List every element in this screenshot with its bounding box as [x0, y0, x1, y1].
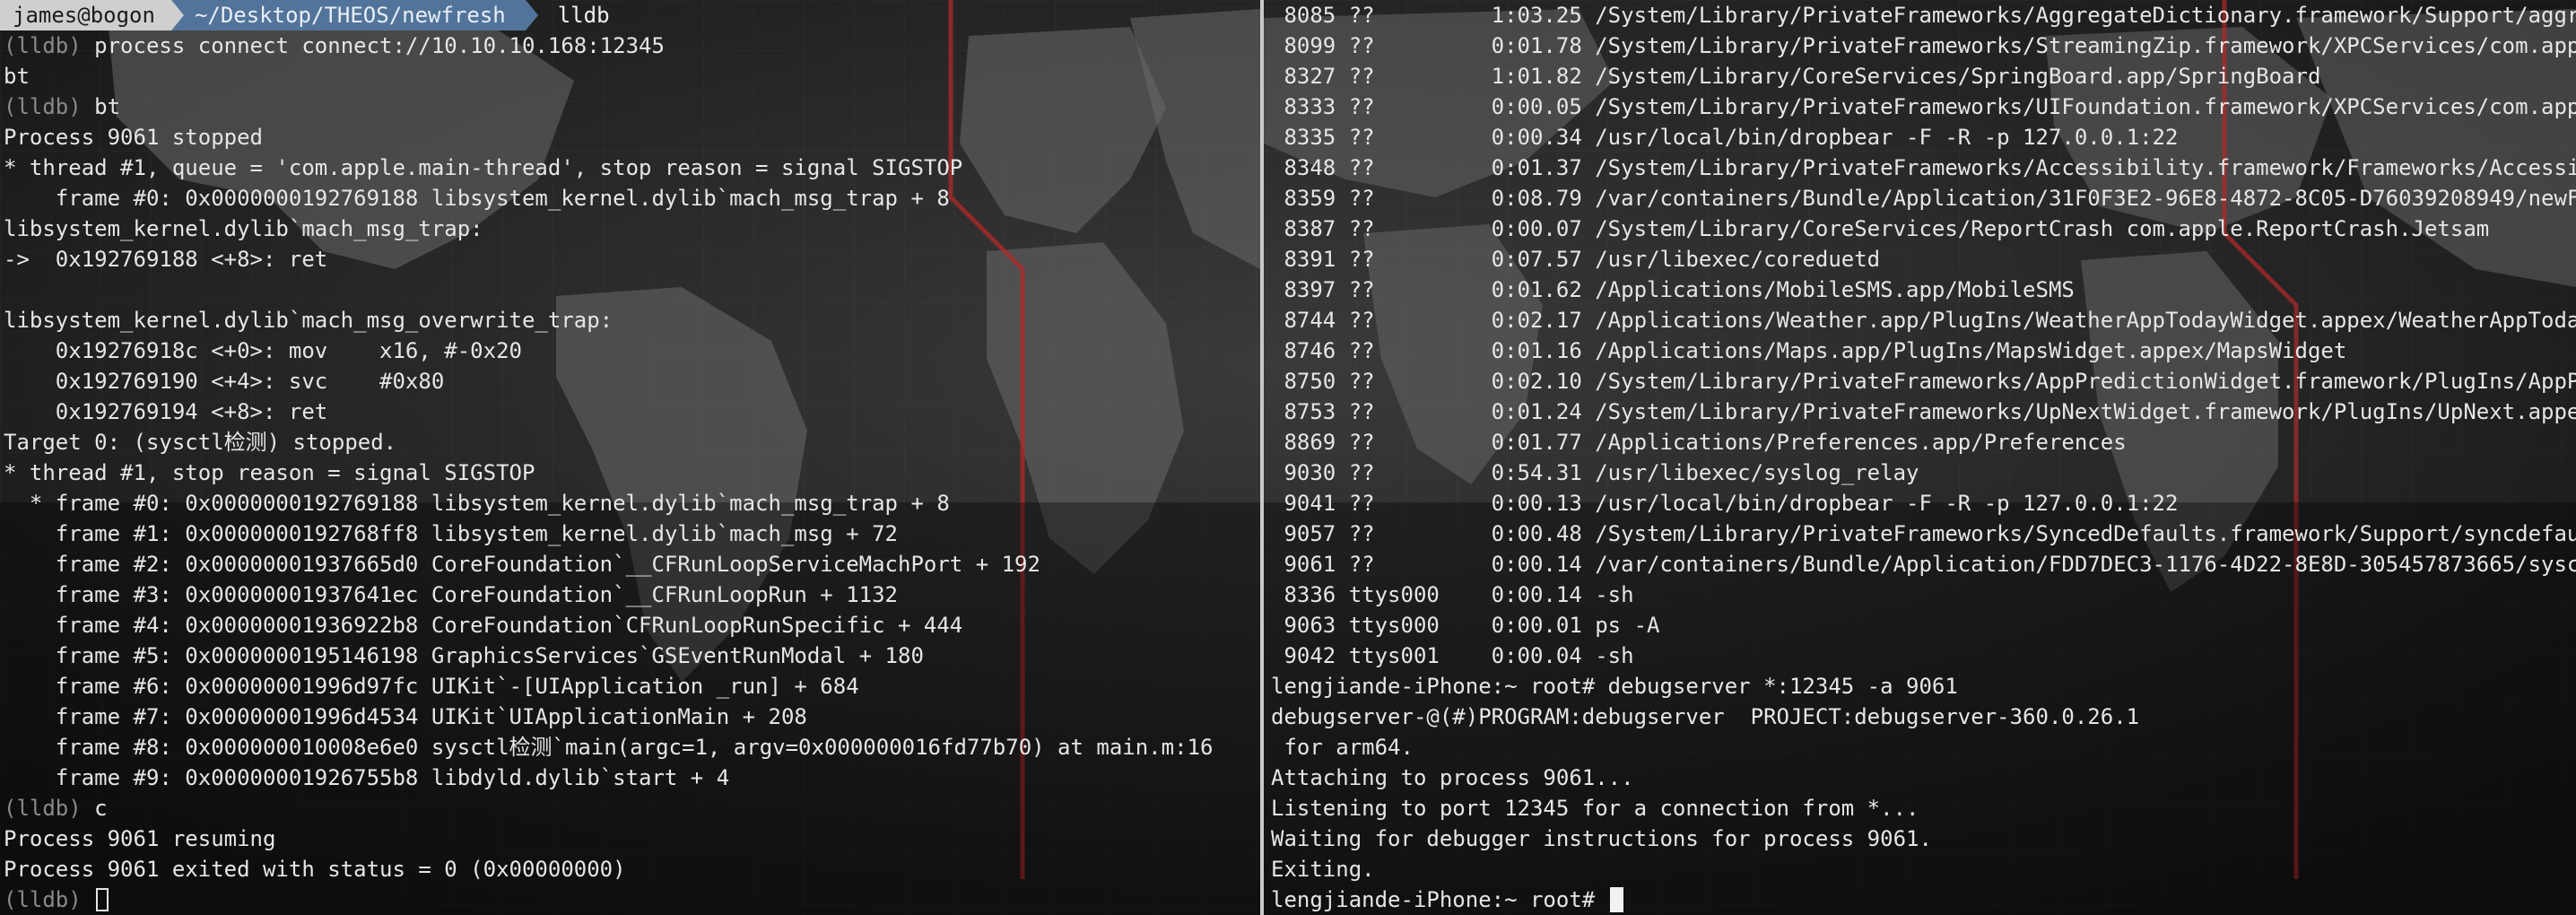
terminal-line: 8085 ?? 1:03.25 /System/Library/PrivateF…	[1271, 3, 2576, 28]
text-cursor	[1609, 887, 1623, 912]
terminal-line: 9030 ?? 0:54.31 /usr/libexec/syslog_rela…	[1271, 460, 1919, 485]
terminal-line: 8335 ?? 0:00.34 /usr/local/bin/dropbear …	[1271, 125, 2179, 150]
terminal-line: libsystem_kernel.dylib`mach_msg_trap:	[4, 216, 483, 241]
terminal-line: for arm64.	[1271, 735, 1414, 760]
terminal-line: 9063 ttys000 0:00.01 ps -A	[1271, 613, 1660, 638]
prompt-command: lldb	[557, 3, 610, 28]
terminal-line: -> 0x192769188 <+8>: ret	[4, 247, 328, 272]
right-terminal-pane[interactable]: 8085 ?? 1:03.25 /System/Library/PrivateF…	[1264, 0, 2576, 915]
terminal-line: * thread #1, stop reason = signal SIGSTO…	[4, 460, 535, 485]
terminal-line: bt	[4, 64, 30, 89]
terminal-line: 0x192769190 <+4>: svc #0x80	[4, 369, 445, 394]
terminal-line: frame #1: 0x0000000192768ff8 libsystem_k…	[4, 521, 898, 546]
lldb-output: (lldb) process connect connect://10.10.1…	[0, 30, 1260, 884]
prompt-user-segment: james@bogon	[0, 0, 171, 30]
shell-input-line[interactable]: lengjiande-iPhone:~ root#	[1264, 884, 2576, 915]
terminal-line: debugserver-@(#)PROGRAM:debugserver PROJ…	[1271, 704, 2140, 729]
terminal-line: Attaching to process 9061...	[1271, 765, 1634, 790]
terminal-line: Process 9061 stopped	[4, 125, 263, 150]
text-cursor	[96, 888, 109, 911]
terminal-line: frame #0: 0x0000000192769188 libsystem_k…	[4, 186, 950, 211]
lldb-prompt: (lldb)	[4, 94, 82, 119]
terminal-line: 9057 ?? 0:00.48 /System/Library/PrivateF…	[1271, 521, 2576, 546]
terminal-line: frame #3: 0x00000001937641ec CoreFoundat…	[4, 582, 898, 607]
terminal-line: 0x192769194 <+8>: ret	[4, 399, 328, 424]
terminal-line: 8387 ?? 0:00.07 /System/Library/CoreServ…	[1271, 216, 2490, 241]
terminal-line: 8333 ?? 0:00.05 /System/Library/PrivateF…	[1271, 94, 2576, 119]
lldb-input-line[interactable]: (lldb)	[0, 884, 1260, 915]
terminal-line: Process 9061 exited with status = 0 (0x0…	[4, 857, 626, 882]
terminal-line: 8753 ?? 0:01.24 /System/Library/PrivateF…	[1271, 399, 2576, 424]
terminal-line: 8336 ttys000 0:00.14 -sh	[1271, 582, 1634, 607]
terminal-line: 8744 ?? 0:02.17 /Applications/Weather.ap…	[1271, 308, 2576, 333]
terminal-line: 9041 ?? 0:00.13 /usr/local/bin/dropbear …	[1271, 491, 2179, 516]
terminal-line: frame #8: 0x000000010008e6e0 sysctl检测`ma…	[4, 735, 1214, 760]
terminal-line: libsystem_kernel.dylib`mach_msg_overwrit…	[4, 308, 614, 333]
lldb-prompt: (lldb)	[4, 33, 82, 58]
lldb-prompt: (lldb)	[4, 796, 82, 821]
terminal-line: Listening to port 12345 for a connection…	[1271, 796, 1919, 821]
lldb-command-text: bt	[81, 94, 121, 119]
terminal-line: (lldb) process connect connect://10.10.1…	[0, 30, 1260, 61]
terminal-line: Exiting.	[1271, 857, 1375, 882]
terminal-line: 9061 ?? 0:00.14 /var/containers/Bundle/A…	[1271, 552, 2576, 577]
terminal-line: 8359 ?? 0:08.79 /var/containers/Bundle/A…	[1271, 186, 2576, 211]
terminal-line: frame #2: 0x00000001937665d0 CoreFoundat…	[4, 552, 1040, 577]
lldb-command-text: c	[81, 796, 108, 821]
terminal-line: 8397 ?? 0:01.62 /Applications/MobileSMS.…	[1271, 277, 2075, 302]
terminal-line: * frame #0: 0x0000000192769188 libsystem…	[4, 491, 950, 516]
lldb-command-text: process connect connect://10.10.10.168:1…	[81, 33, 665, 58]
terminal-line: frame #4: 0x00000001936922b8 CoreFoundat…	[4, 613, 963, 638]
left-terminal-pane[interactable]: james@bogon ~/Desktop/THEOS/newfresh lldb …	[0, 0, 1260, 915]
terminal-line: frame #6: 0x00000001996d97fc UIKit`-[UIA…	[4, 674, 859, 699]
terminal-line: 8869 ?? 0:01.77 /Applications/Preference…	[1271, 430, 2127, 455]
terminal-line: lengjiande-iPhone:~ root# debugserver *:…	[1271, 674, 1958, 699]
terminal-line: 8746 ?? 0:01.16 /Applications/Maps.app/P…	[1271, 338, 2347, 363]
terminal-line: 8327 ?? 1:01.82 /System/Library/CoreServ…	[1271, 64, 2321, 89]
terminal-line: 9042 ttys001 0:00.04 -sh	[1271, 643, 1634, 668]
terminal-line: (lldb) c	[0, 793, 1260, 824]
terminal-line: frame #7: 0x00000001996d4534 UIKit`UIApp…	[4, 704, 807, 729]
terminal-line: frame #9: 0x00000001926755b8 libdyld.dyl…	[4, 765, 730, 790]
terminal-line: 8099 ?? 0:01.78 /System/Library/PrivateF…	[1271, 33, 2576, 58]
terminal-line: (lldb) bt	[0, 92, 1260, 122]
terminal-line: frame #5: 0x0000000195146198 GraphicsSer…	[4, 643, 924, 668]
terminal-line: Target 0: (sysctl检测) stopped.	[4, 430, 397, 455]
terminal-line: Process 9061 resuming	[4, 826, 276, 851]
ssh-output: 8085 ?? 1:03.25 /System/Library/PrivateF…	[1264, 0, 2576, 884]
terminal-line: 8348 ?? 0:01.37 /System/Library/PrivateF…	[1271, 155, 2576, 180]
terminal-line: * thread #1, queue = 'com.apple.main-thr…	[4, 155, 963, 180]
prompt-path-segment: ~/Desktop/THEOS/newfresh	[170, 0, 538, 30]
lldb-prompt: (lldb)	[4, 887, 95, 912]
terminal-line: Waiting for debugger instructions for pr…	[1271, 826, 1932, 851]
terminal-line: 0x19276918c <+0>: mov x16, #-0x20	[4, 338, 522, 363]
shell-prompt-bar: james@bogon ~/Desktop/THEOS/newfresh lldb	[0, 0, 1260, 30]
shell-prompt: lengjiande-iPhone:~ root#	[1271, 887, 1608, 912]
terminal-line: 8391 ?? 0:07.57 /usr/libexec/coreduetd	[1271, 247, 1881, 272]
pane-divider[interactable]	[1260, 0, 1264, 915]
terminal-line: 8750 ?? 0:02.10 /System/Library/PrivateF…	[1271, 369, 2576, 394]
